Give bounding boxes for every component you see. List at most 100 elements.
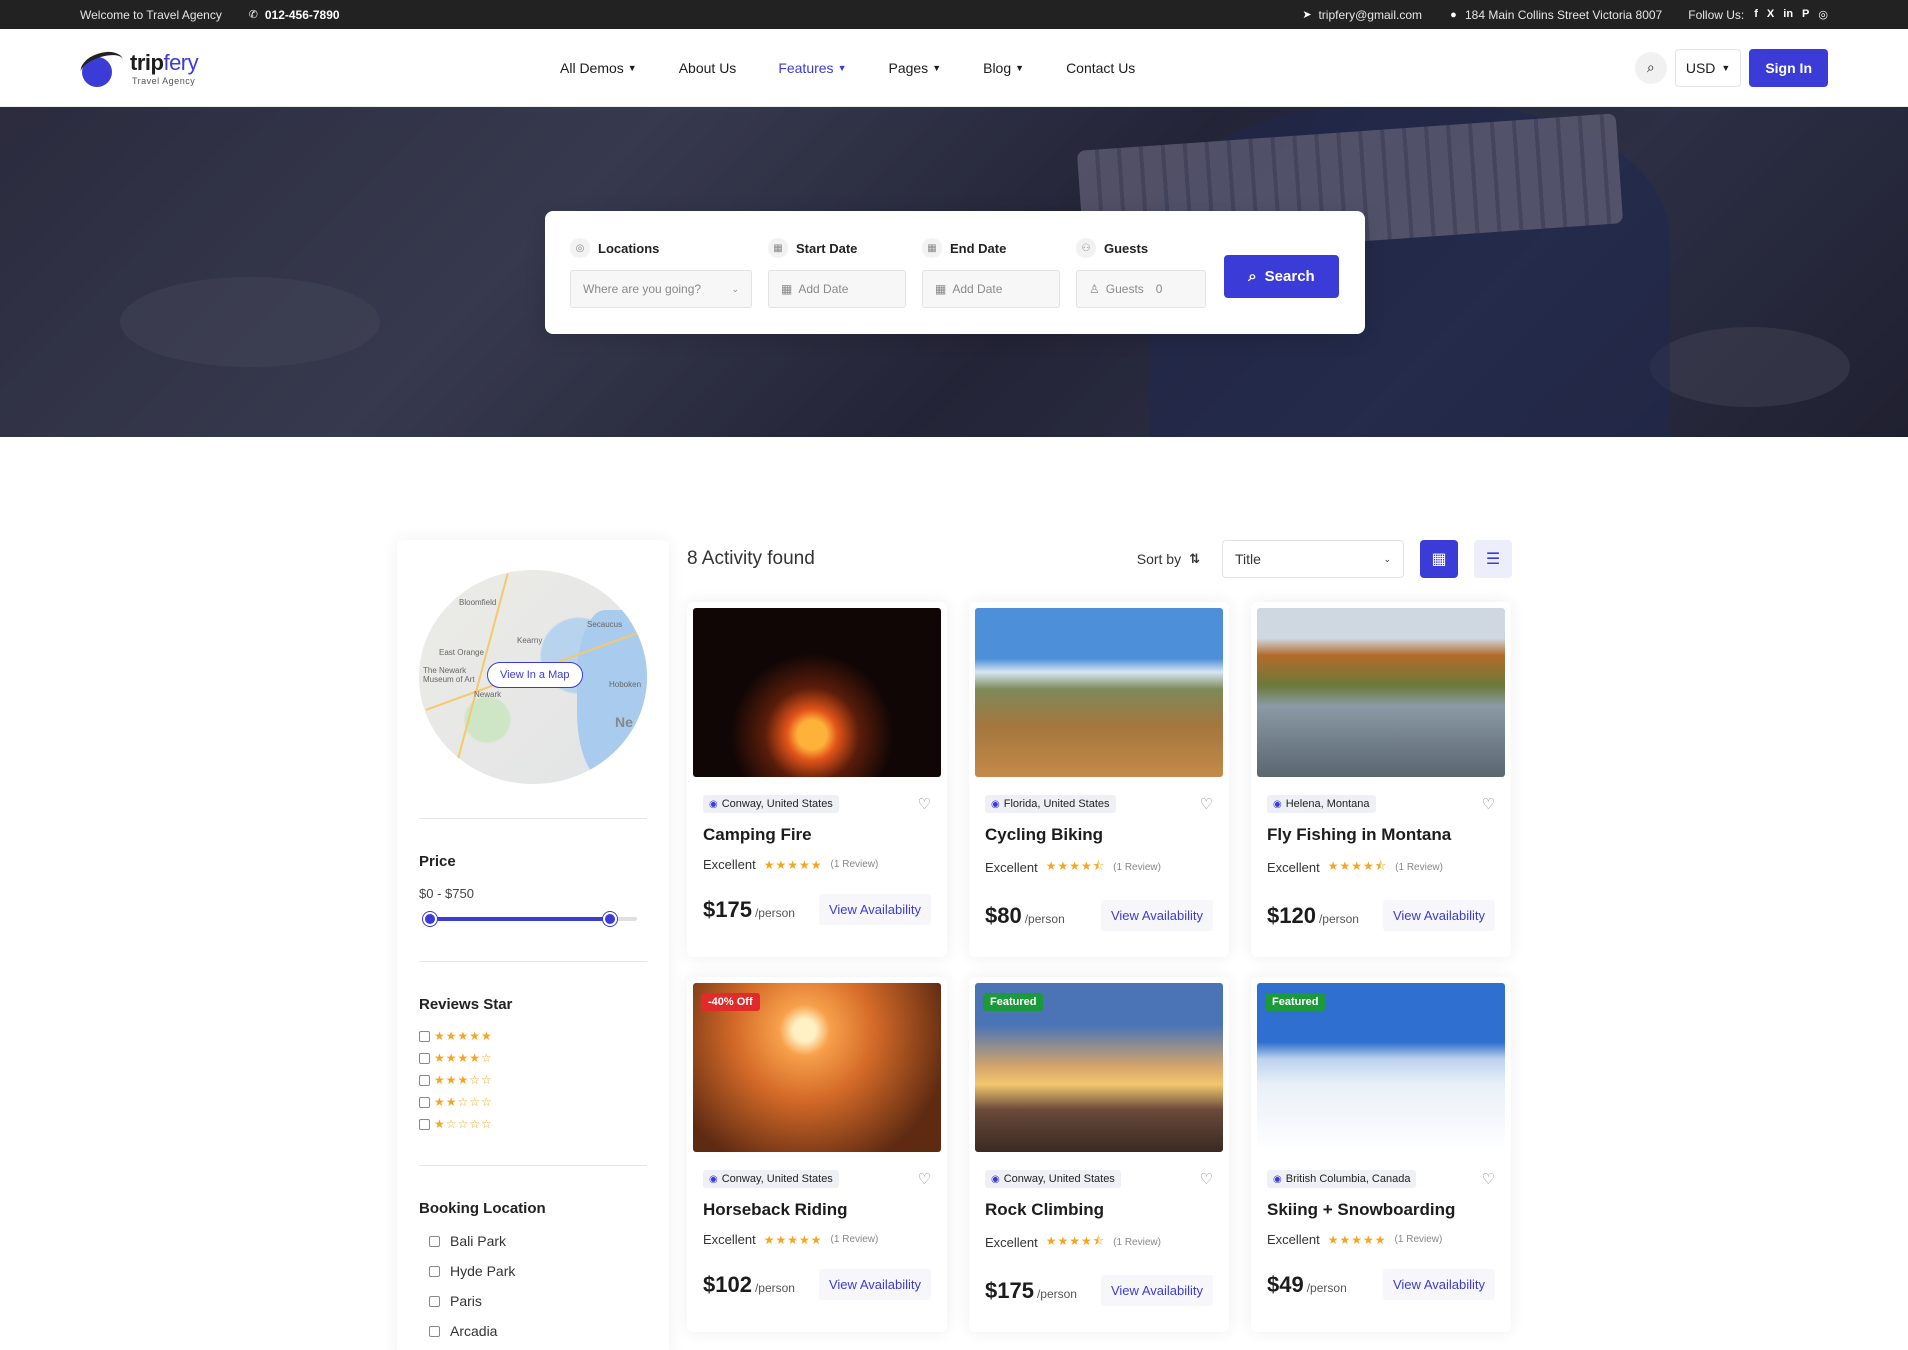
heart-icon[interactable]: ♡ [1200,795,1213,813]
sign-in-button[interactable]: Sign In [1749,48,1828,87]
price-unit: /person [1306,1280,1347,1295]
activity-card[interactable]: ◉ Helena, Montana ♡ Fly Fishing in Montana E… [1251,602,1511,957]
booking-location-option[interactable]: Hyde Park [419,1263,647,1279]
review-filter-1-star[interactable]: ★☆☆☆☆ [419,1117,647,1131]
map-label: East Orange [439,648,484,657]
brand-logo[interactable]: tripfery Travel Agency [77,46,300,87]
heart-icon[interactable]: ♡ [918,795,931,813]
card-title[interactable]: Rock Climbing [975,1200,1223,1220]
start-date-placeholder: Add Date [798,282,849,296]
location-chip: ◉ Conway, United States [985,1170,1121,1188]
follow-us: Follow Us: f X in P ◎ [1688,8,1828,22]
heart-icon[interactable]: ♡ [918,1170,931,1188]
activity-card[interactable]: ◉ Florida, United States ♡ Cycling Biking Ex… [969,602,1229,957]
price-unit: /person [1318,911,1359,926]
map-pin-icon: ● [1450,8,1457,21]
sort-icon[interactable]: ⇅ [1189,551,1200,567]
nav-item-features[interactable]: Features ▼ [778,60,846,76]
activity-card[interactable]: ◉ Conway, United States ♡ Camping Fire Excel… [687,602,947,957]
email-link[interactable]: ➤ tripfery@gmail.com [1301,8,1422,22]
view-availability-button[interactable]: View Availability [1382,900,1495,931]
checkbox[interactable] [419,1030,430,1042]
booking-location-option[interactable]: Paris [419,1293,647,1309]
end-date-input[interactable]: ▦ Add Date [922,270,1060,308]
guests-input[interactable]: ♙ Guests 0 [1076,270,1206,308]
review-filter-3-star[interactable]: ★★★☆☆ [419,1073,647,1087]
phone-link[interactable]: ✆ 012-456-7890 [248,8,340,22]
price-range-text: $0 - $750 [419,886,474,901]
price-slider[interactable] [423,911,643,927]
card-title[interactable]: Camping Fire [693,825,941,845]
checkbox[interactable] [419,1118,430,1130]
guests-label: Guests [1104,240,1149,256]
review-filter-5-star[interactable]: ★★★★★ [419,1029,647,1043]
card-title[interactable]: Skiing + Snowboarding [1257,1200,1505,1220]
review-filter-2-star[interactable]: ★★☆☆☆ [419,1095,647,1109]
view-availability-button[interactable]: View Availability [1100,1275,1213,1306]
nav-item-about-us[interactable]: About Us [679,60,737,76]
linkedin-icon[interactable]: in [1783,8,1793,21]
activity-image-fishing[interactable] [1257,608,1505,777]
view-availability-button[interactable]: View Availability [1382,1269,1495,1300]
price-min-handle[interactable] [423,912,437,926]
activity-image-cycling[interactable] [975,608,1223,777]
x-twitter-icon[interactable]: X [1767,8,1774,21]
search-icon[interactable]: ⌕ [1634,51,1667,84]
mini-map[interactable]: Bloomfield East Orange The Newark Museum… [419,570,647,784]
currency-value: USD [1685,59,1716,76]
heart-icon[interactable]: ♡ [1482,795,1495,813]
start-date-input[interactable]: ▦ Add Date [768,270,906,308]
filter-sidebar: Bloomfield East Orange The Newark Museum… [397,540,669,1350]
checkbox[interactable] [419,1096,430,1108]
price-unit: /person [754,1280,795,1295]
activity-card[interactable]: Featured ◉ Conway, United States ♡ Rock Clim… [969,977,1229,1332]
locations-select[interactable]: Where are you going? ⌄ [570,270,752,308]
activity-card[interactable]: -40% Off ◉ Conway, United States ♡ Horseback… [687,977,947,1332]
nav-item-all-demos[interactable]: All Demos ▼ [560,60,637,76]
view-availability-button[interactable]: View Availability [1100,900,1213,931]
review-count: (1 Review) [1395,862,1443,873]
review-filter-4-star[interactable]: ★★★★☆ [419,1051,647,1065]
nav-item-contact-us[interactable]: Contact Us [1066,60,1135,76]
checkbox[interactable] [429,1235,440,1247]
email-text: tripfery@gmail.com [1318,7,1422,22]
activity-image-campfire[interactable] [693,608,941,777]
card-title[interactable]: Horseback Riding [693,1200,941,1220]
sort-select[interactable]: Title ⌄ [1222,540,1404,578]
card-title[interactable]: Cycling Biking [975,825,1223,845]
card-title[interactable]: Fly Fishing in Montana [1257,825,1505,845]
facebook-icon[interactable]: f [1754,8,1758,21]
user-icon: ♙ [1089,282,1100,296]
checkbox[interactable] [419,1074,430,1086]
activity-image-skiing[interactable]: Featured [1257,983,1505,1152]
activity-image-horse[interactable]: -40% Off [693,983,941,1152]
heart-icon[interactable]: ♡ [1482,1170,1495,1188]
rating-text: Excellent [985,1235,1038,1250]
booking-location-label: Hyde Park [450,1263,516,1279]
booking-location-title: Booking Location [419,1200,546,1217]
booking-location-option[interactable]: Bali Park [419,1233,647,1249]
checkbox[interactable] [429,1265,440,1277]
heart-icon[interactable]: ♡ [1200,1170,1213,1188]
search-button[interactable]: ⌕ Search [1224,255,1339,298]
start-date-label: Start Date [796,240,858,256]
nav-item-pages[interactable]: Pages ▼ [888,60,941,76]
activity-card[interactable]: Featured ◉ British Columbia, Canada ♡ Skiing… [1251,977,1511,1332]
checkbox[interactable] [419,1052,430,1064]
activity-image-climbing[interactable]: Featured [975,983,1223,1152]
map-pin-icon: ◉ [991,798,1000,810]
price-max-handle[interactable] [603,912,617,926]
pinterest-icon[interactable]: P [1802,8,1809,21]
instagram-icon[interactable]: ◎ [1818,8,1828,21]
view-in-map-button[interactable]: View In a Map [487,662,583,688]
checkbox[interactable] [429,1325,440,1337]
card-price: $102 [703,1271,752,1297]
booking-location-option[interactable]: Arcadia [419,1323,647,1339]
grid-view-icon[interactable]: ▦ [1420,540,1458,578]
checkbox[interactable] [429,1295,440,1307]
view-availability-button[interactable]: View Availability [818,1269,931,1300]
nav-item-blog[interactable]: Blog ▼ [983,60,1024,76]
view-availability-button[interactable]: View Availability [818,894,931,925]
list-view-icon[interactable]: ☰ [1474,540,1512,578]
currency-select[interactable]: USD ▼ [1674,48,1742,87]
